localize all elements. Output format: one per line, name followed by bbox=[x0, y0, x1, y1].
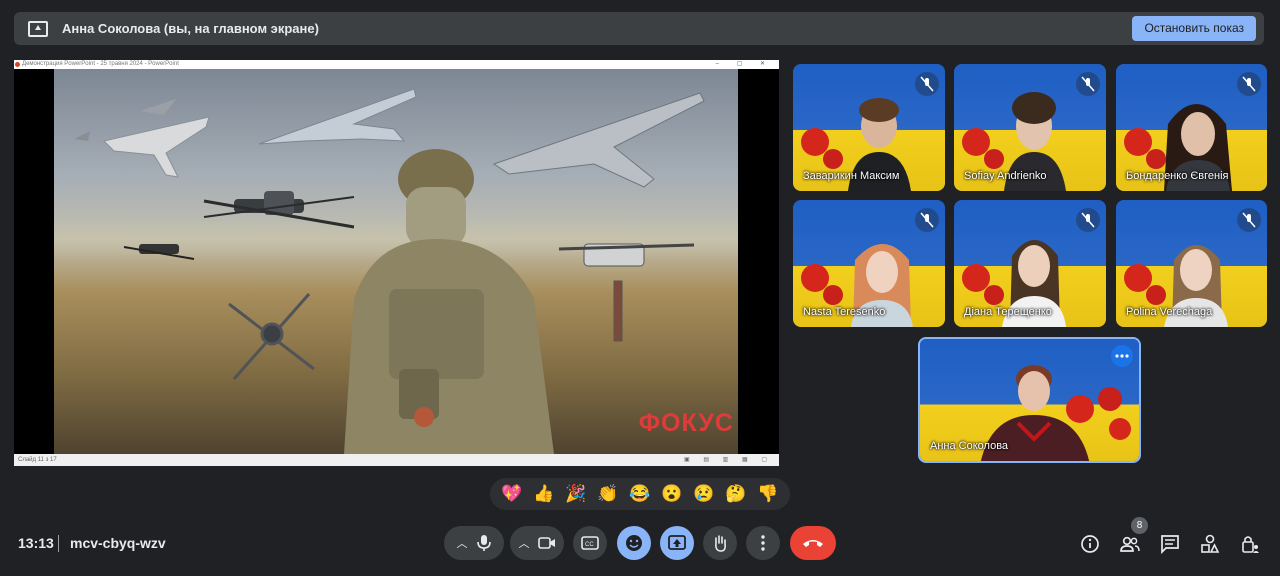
chat-button[interactable] bbox=[1159, 533, 1181, 555]
raise-hand-button[interactable] bbox=[703, 526, 737, 560]
microphone-icon[interactable] bbox=[476, 534, 492, 552]
reaction-surprised[interactable]: 😮 bbox=[661, 484, 682, 504]
reaction-clapping[interactable]: 👏 bbox=[597, 484, 618, 504]
more-vertical-icon bbox=[761, 535, 765, 551]
people-icon bbox=[1120, 536, 1140, 552]
participant-name: Бондаренко Євгенія bbox=[1126, 170, 1229, 182]
slide-counter: Слайд 11 з 17 bbox=[18, 457, 57, 463]
participant-name: Nasta Teresenko bbox=[803, 306, 886, 318]
powerpoint-icon bbox=[15, 62, 20, 67]
present-screen-icon bbox=[668, 535, 686, 550]
mic-off-icon bbox=[915, 72, 939, 96]
quadcopter-2 bbox=[123, 244, 195, 260]
reaction-joy[interactable]: 😂 bbox=[629, 484, 650, 504]
drone-fixed-wing-2 bbox=[492, 92, 705, 188]
fpv-drone bbox=[228, 293, 315, 380]
shared-window-title: Демонстрация PowerPoint - 25 травня 2024… bbox=[22, 61, 179, 67]
powerpoint-statusbar: Слайд 11 з 17 ▣ ▤ ▥ ▦ ▢ bbox=[14, 454, 779, 466]
participant-tile[interactable]: Sofiay Andrienko bbox=[954, 64, 1106, 191]
smiley-icon bbox=[626, 535, 642, 551]
reaction-sparkling-heart[interactable]: 💖 bbox=[501, 484, 522, 504]
shared-screen: Демонстрация PowerPoint - 25 травня 2024… bbox=[14, 60, 779, 466]
emoji-reactions-button[interactable] bbox=[617, 526, 651, 560]
present-screen-button[interactable] bbox=[660, 526, 694, 560]
soldier-figure bbox=[344, 149, 554, 454]
reaction-thumbs-down[interactable]: 👎 bbox=[757, 484, 778, 504]
reaction-thumbs-up[interactable]: 👍 bbox=[533, 484, 554, 504]
mic-off-icon bbox=[1237, 72, 1261, 96]
participant-name: Заварикин Максим bbox=[803, 170, 900, 182]
presentation-banner: Анна Соколова (вы, на главном экране) Ос… bbox=[14, 12, 1264, 45]
meeting-code[interactable]: mcv-cbyq-wzv bbox=[70, 535, 166, 551]
stop-presenting-button[interactable]: Остановить показ bbox=[1132, 16, 1256, 41]
camera-icon[interactable] bbox=[537, 536, 556, 550]
quadcopter-3 bbox=[558, 243, 695, 342]
reaction-thinking[interactable]: 🤔 bbox=[725, 484, 746, 504]
reaction-sad[interactable]: 😢 bbox=[693, 484, 714, 504]
participant-name: Sofiay Andrienko bbox=[964, 170, 1047, 182]
camera-options-chevron-icon[interactable]: ︿ bbox=[519, 535, 530, 551]
meeting-details-button[interactable] bbox=[1079, 533, 1101, 555]
participant-tile[interactable]: Polina Verechaga bbox=[1116, 200, 1267, 327]
drone-delta-2 bbox=[140, 99, 176, 115]
hand-icon bbox=[715, 535, 726, 552]
reactions-bar: 💖 👍 🎉 👏 😂 😮 😢 🤔 👎 bbox=[490, 478, 790, 510]
participant-name: Polina Verechaga bbox=[1126, 306, 1213, 318]
info-icon bbox=[1081, 535, 1099, 553]
svg-text:CC: CC bbox=[585, 542, 594, 548]
leave-call-button[interactable] bbox=[790, 526, 836, 560]
end-call-icon bbox=[803, 540, 823, 547]
mic-off-icon bbox=[1076, 72, 1100, 96]
mic-control-group: ︿ bbox=[444, 526, 504, 560]
participant-tile[interactable]: Nasta Teresenko bbox=[793, 200, 945, 327]
captions-button[interactable]: CC bbox=[573, 526, 607, 560]
chat-icon bbox=[1161, 535, 1179, 554]
participant-tile[interactable]: Заварикин Максим bbox=[793, 64, 945, 191]
more-options-icon[interactable] bbox=[1111, 345, 1133, 367]
quadcopter-1 bbox=[203, 191, 355, 229]
view-mode-icons: ▣ ▤ ▥ ▦ ▢ bbox=[683, 457, 773, 463]
reaction-party-popper[interactable]: 🎉 bbox=[565, 484, 586, 504]
drone-delta-1 bbox=[103, 116, 210, 178]
slide-caption: ФОКУС bbox=[638, 409, 734, 437]
participant-count-badge: 8 bbox=[1131, 517, 1148, 534]
footer-divider bbox=[58, 535, 59, 552]
self-view-tile[interactable]: Анна Соколова bbox=[918, 337, 1141, 463]
window-controls: – ▢ ✕ bbox=[715, 61, 773, 67]
participant-tile[interactable]: Діана Терещенко bbox=[954, 200, 1106, 327]
presenter-name: Анна Соколова bbox=[930, 440, 1009, 452]
lock-person-icon bbox=[1242, 536, 1259, 553]
drone-delta-3 bbox=[74, 131, 90, 141]
mic-off-icon bbox=[915, 208, 939, 232]
participant-name: Діана Терещенко bbox=[964, 306, 1052, 318]
meeting-time: 13:13 bbox=[18, 535, 54, 551]
closed-captions-icon: CC bbox=[581, 536, 599, 550]
people-button[interactable] bbox=[1119, 533, 1141, 555]
drone-fixed-wing-1 bbox=[258, 88, 417, 145]
presentation-slide: ФОКУС bbox=[54, 69, 738, 454]
mic-options-chevron-icon[interactable]: ︿ bbox=[457, 535, 468, 551]
camera-control-group: ︿ bbox=[510, 526, 564, 560]
activities-shapes-icon bbox=[1201, 534, 1220, 553]
more-options-button[interactable] bbox=[746, 526, 780, 560]
present-screen-icon bbox=[28, 20, 48, 37]
mic-off-icon bbox=[1237, 208, 1261, 232]
banner-title: Анна Соколова (вы, на главном экране) bbox=[62, 21, 319, 36]
activities-button[interactable] bbox=[1199, 533, 1221, 555]
shared-window-titlebar: Демонстрация PowerPoint - 25 травня 2024… bbox=[14, 60, 779, 69]
mic-off-icon bbox=[1076, 208, 1100, 232]
slide-drone-illustration bbox=[74, 88, 705, 454]
participant-tile[interactable]: Бондаренко Євгенія bbox=[1116, 64, 1267, 191]
host-controls-button[interactable] bbox=[1239, 533, 1261, 555]
